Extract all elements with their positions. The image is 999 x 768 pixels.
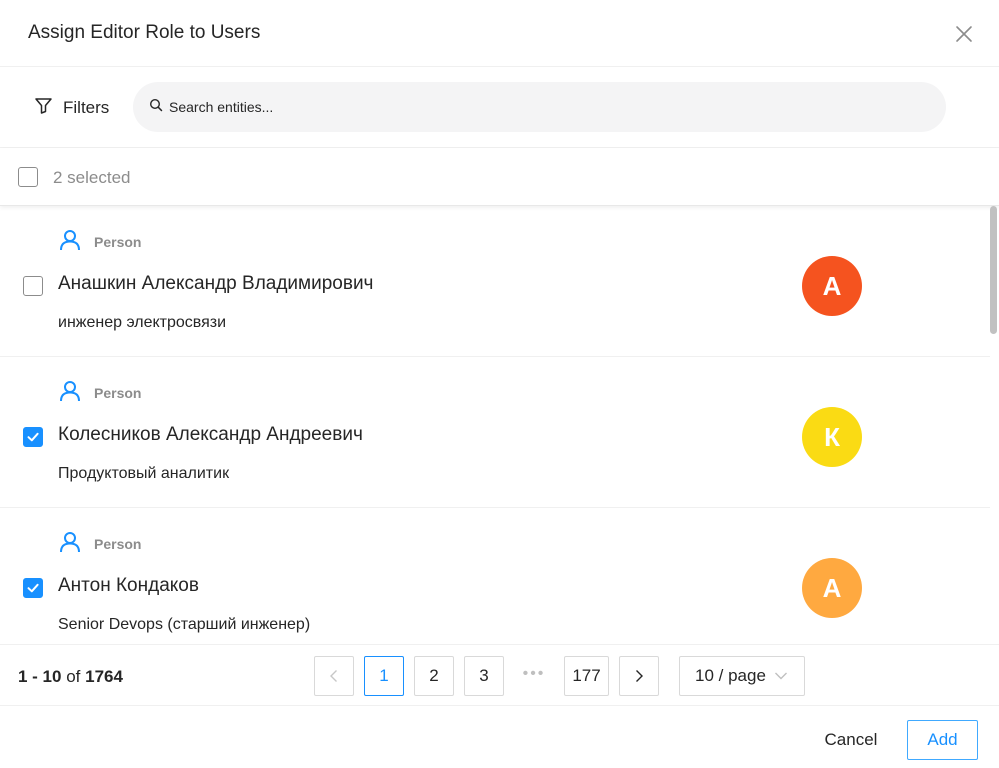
chevron-left-icon — [330, 670, 337, 682]
range-value: 1 - 10 — [18, 667, 62, 686]
user-name: Колесников Александр Андреевич — [58, 424, 363, 445]
filters-label: Filters — [63, 98, 110, 117]
close-icon[interactable] — [953, 23, 975, 45]
user-name: Анашкин Александр Владимирович — [58, 273, 374, 294]
next-page-button[interactable] — [619, 656, 659, 696]
dialog-footer: Cancel Add — [0, 706, 999, 768]
filter-icon — [34, 96, 53, 120]
entity-type-label: Person — [94, 233, 142, 250]
person-icon — [58, 379, 82, 406]
toolbar: Filters — [0, 67, 999, 148]
pagination-range: 1 - 10 of 1764 — [18, 667, 123, 687]
entity-type: Person — [58, 379, 141, 406]
page-button-1[interactable]: 1 — [364, 656, 404, 696]
entity-type: Person — [58, 530, 141, 557]
user-name: Антон Кондаков — [58, 575, 199, 596]
list-item[interactable]: Person Антон Кондаков Senior Devops (ста… — [0, 508, 990, 644]
person-icon — [58, 228, 82, 255]
row-checkbox[interactable] — [23, 276, 43, 296]
page-ellipsis[interactable]: ••• — [514, 665, 554, 683]
add-button[interactable]: Add — [907, 720, 978, 760]
row-checkbox[interactable] — [23, 578, 43, 598]
page-size-select[interactable]: 10 / page — [679, 656, 805, 696]
check-icon — [27, 432, 39, 442]
dialog-header: Assign Editor Role to Users — [0, 0, 999, 67]
person-icon — [58, 530, 82, 557]
avatar: К — [802, 407, 862, 467]
user-role: Продуктовый аналитик — [58, 465, 230, 482]
chevron-down-icon — [774, 666, 788, 686]
dialog-title: Assign Editor Role to Users — [28, 22, 261, 43]
selection-bar: 2 selected — [0, 148, 999, 206]
page-button-177[interactable]: 177 — [564, 656, 609, 696]
selected-count: 2 selected — [53, 168, 131, 187]
list-item[interactable]: Person Анашкин Александр Владимирович ин… — [0, 206, 990, 357]
list-scrollbar[interactable] — [990, 206, 997, 334]
page-button-2[interactable]: 2 — [414, 656, 454, 696]
entity-type-label: Person — [94, 384, 142, 401]
page-size-value: 10 / page — [695, 666, 766, 685]
search-input[interactable] — [169, 99, 929, 115]
filters-button[interactable]: Filters — [34, 96, 109, 120]
avatar: А — [802, 558, 862, 618]
search-icon — [149, 98, 163, 117]
results-list: Person Анашкин Александр Владимирович ин… — [0, 206, 999, 644]
entity-type-label: Person — [94, 535, 142, 552]
user-role: инженер электросвязи — [58, 314, 227, 331]
avatar: А — [802, 256, 862, 316]
list-item[interactable]: Person Колесников Александр Андреевич Пр… — [0, 357, 990, 508]
select-all-checkbox[interactable] — [18, 167, 38, 187]
range-total: 1764 — [85, 667, 123, 686]
user-role: Senior Devops (старший инженер) — [58, 616, 311, 633]
search-box[interactable] — [133, 82, 946, 132]
range-of: of — [66, 667, 81, 686]
pagination: 1 - 10 of 1764 1 2 3 ••• 177 10 / page — [0, 644, 999, 706]
cancel-button[interactable]: Cancel — [808, 720, 894, 760]
entity-type: Person — [58, 228, 141, 255]
page-button-3[interactable]: 3 — [464, 656, 504, 696]
row-checkbox[interactable] — [23, 427, 43, 447]
chevron-right-icon — [636, 670, 643, 682]
prev-page-button[interactable] — [314, 656, 354, 696]
check-icon — [27, 583, 39, 593]
